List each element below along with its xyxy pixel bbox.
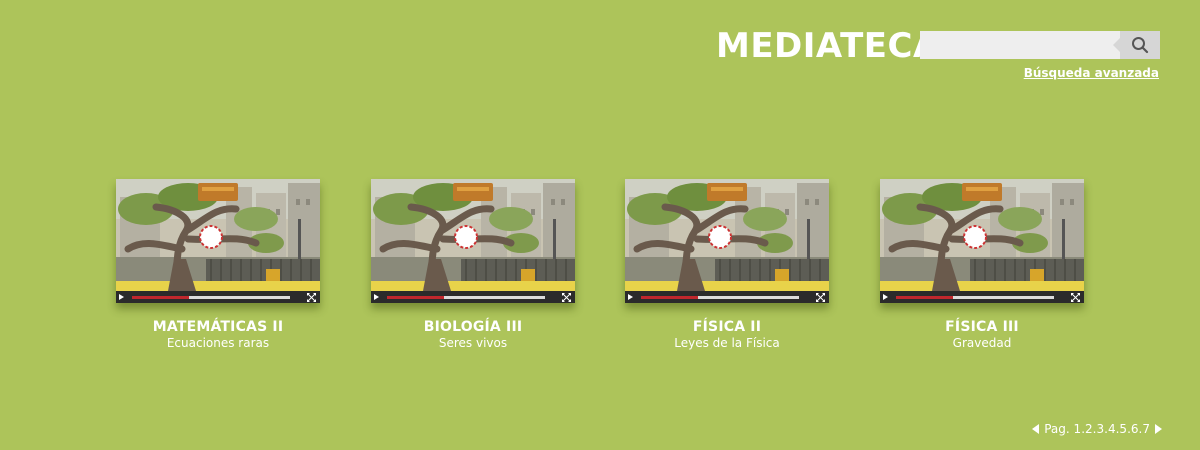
fullscreen-icon[interactable] (307, 293, 316, 302)
search-box (920, 31, 1160, 59)
fullscreen-icon[interactable] (816, 293, 825, 302)
advanced-search-link[interactable]: Búsqueda avanzada (1024, 66, 1159, 80)
page-title: MEDIATECA (716, 26, 940, 66)
play-icon[interactable] (883, 294, 888, 300)
video-title[interactable]: FÍSICA II (595, 319, 859, 335)
video-thumbnail[interactable] (880, 179, 1084, 291)
progress-track[interactable] (387, 296, 545, 299)
search-input[interactable] (920, 31, 1120, 59)
video-subtitle: Ecuaciones raras (166, 336, 270, 350)
video-thumbnail[interactable] (625, 179, 829, 291)
fullscreen-icon[interactable] (562, 293, 571, 302)
video-title[interactable]: FÍSICA III (850, 319, 1114, 335)
page-link-4[interactable]: 4 (1108, 422, 1116, 436)
page-link-5[interactable]: 5 (1119, 422, 1127, 436)
pagination-label: Pag. (1044, 422, 1070, 436)
player-controls (371, 291, 575, 303)
video-title[interactable]: MATEMÁTICAS II (86, 319, 350, 335)
video-card: FÍSICA II Leyes de la Física (625, 179, 829, 350)
pagination: Pag. 1.2.3.4.5.6.7 (1032, 422, 1162, 436)
video-player[interactable] (371, 179, 575, 303)
play-icon[interactable] (374, 294, 379, 300)
progress-fill (896, 296, 953, 299)
play-icon[interactable] (628, 294, 633, 300)
video-subtitle: Leyes de la Física (674, 336, 780, 350)
search-button[interactable] (1113, 31, 1160, 59)
prev-page-icon[interactable] (1032, 424, 1040, 434)
video-player[interactable] (880, 179, 1084, 303)
video-thumbnail[interactable] (371, 179, 575, 291)
progress-fill (641, 296, 698, 299)
video-thumbnail[interactable] (116, 179, 320, 291)
video-card: FÍSICA III Gravedad (880, 179, 1084, 350)
player-controls (625, 291, 829, 303)
video-title[interactable]: BIOLOGÍA III (341, 319, 605, 335)
video-subtitle: Gravedad (952, 336, 1012, 350)
player-controls (116, 291, 320, 303)
progress-fill (132, 296, 189, 299)
video-card: MATEMÁTICAS II Ecuaciones raras (116, 179, 320, 350)
fullscreen-icon[interactable] (1071, 293, 1080, 302)
play-icon[interactable] (119, 294, 124, 300)
page-link-6[interactable]: 6 (1131, 422, 1139, 436)
page-link-2[interactable]: 2 (1085, 422, 1093, 436)
progress-track[interactable] (896, 296, 1054, 299)
video-subtitle: Seres vivos (438, 336, 508, 350)
progress-track[interactable] (132, 296, 290, 299)
video-player[interactable] (625, 179, 829, 303)
next-page-icon[interactable] (1155, 424, 1162, 434)
video-player[interactable] (116, 179, 320, 303)
page-link-7[interactable]: 7 (1142, 422, 1150, 436)
search-icon (1132, 37, 1149, 54)
page-link-3[interactable]: 3 (1096, 422, 1104, 436)
progress-track[interactable] (641, 296, 799, 299)
progress-fill (387, 296, 444, 299)
player-controls (880, 291, 1084, 303)
video-card: BIOLOGÍA III Seres vivos (371, 179, 575, 350)
page-link-1[interactable]: 1 (1074, 422, 1082, 436)
